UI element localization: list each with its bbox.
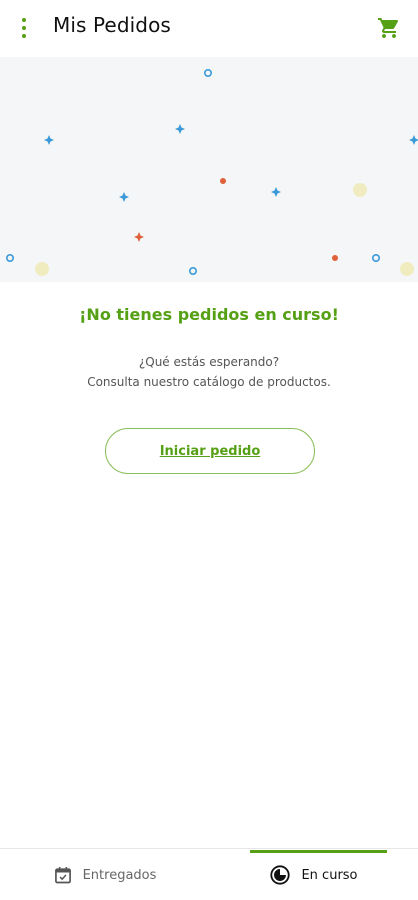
- dot-shape: [220, 178, 226, 184]
- start-order-button[interactable]: Iniciar pedido: [105, 428, 315, 474]
- calendar-check-icon: [54, 867, 71, 884]
- blob-shape: [400, 262, 414, 276]
- start-order-label: Iniciar pedido: [159, 443, 261, 459]
- sparkle-shape: [175, 124, 185, 134]
- empty-state-hint: Consulta nuestro catálogo de productos.: [87, 375, 331, 389]
- sparkle-shape: [271, 187, 281, 197]
- sparkle-shape: [134, 232, 144, 242]
- bottom-nav: Entregados En curso: [0, 848, 418, 900]
- app-bar: Mis Pedidos: [0, 0, 418, 56]
- ring-shape: [6, 254, 15, 263]
- empty-state-question: ¿Qué estás esperando?: [138, 355, 280, 369]
- shopping-cart-icon[interactable]: [377, 16, 401, 40]
- tab-ongoing-label: En curso: [301, 867, 358, 883]
- empty-state-title: ¡No tienes pedidos en curso!: [79, 305, 339, 324]
- clock-progress-icon: [270, 865, 291, 885]
- dot-shape: [332, 255, 338, 261]
- blob-shape: [353, 183, 367, 197]
- confetti-decoration: [6, 69, 418, 276]
- ring-shape: [371, 254, 380, 263]
- active-tab-indicator: [250, 850, 387, 853]
- tab-delivered[interactable]: Entregados: [0, 849, 209, 900]
- tab-delivered-label: Entregados: [82, 867, 157, 883]
- sparkle-shape: [409, 135, 418, 145]
- hero-illustration: [0, 57, 418, 282]
- tab-ongoing[interactable]: En curso: [209, 849, 418, 900]
- more-vert-icon[interactable]: [14, 16, 34, 40]
- ring-shape: [189, 267, 198, 276]
- ring-shape: [204, 69, 213, 78]
- page-title: Mis Pedidos: [53, 13, 171, 37]
- sparkle-shape: [44, 135, 54, 145]
- blob-shape: [35, 262, 49, 276]
- sparkle-shape: [119, 192, 129, 202]
